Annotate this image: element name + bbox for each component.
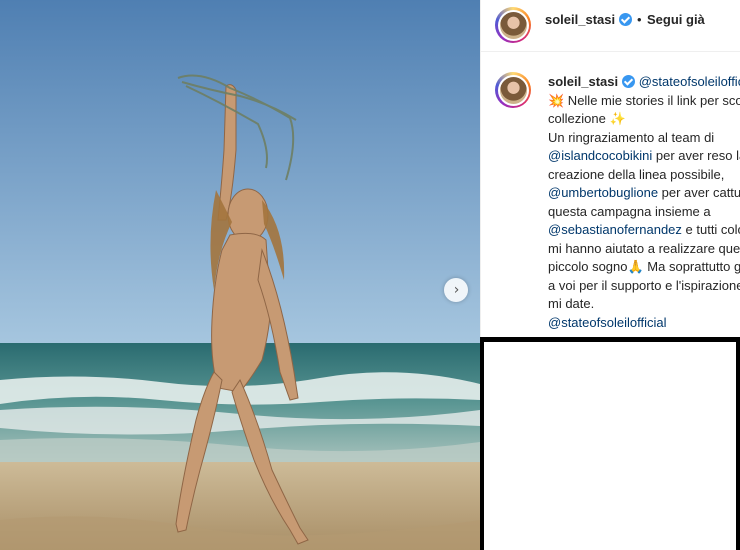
caption-username[interactable]: soleil_stasi: [548, 74, 618, 89]
comments-area: [484, 342, 736, 550]
chevron-right-icon: ›: [453, 282, 460, 298]
beach-photo: [0, 0, 480, 550]
header-username[interactable]: soleil_stasi: [545, 12, 633, 27]
caption-line: piccolo sogno🙏 Ma soprattutto grazie: [548, 259, 740, 274]
caption-text: soleil_stasi @stateofsoleilofficial 💥 Ne…: [548, 73, 740, 332]
post-image[interactable]: ›: [0, 0, 480, 550]
mention-link[interactable]: @stateofsoleilofficial: [548, 315, 666, 330]
mention-link[interactable]: @umbertobuglione: [548, 185, 658, 200]
mention-link[interactable]: @islandcocobikini: [548, 148, 652, 163]
caption-line: @islandcocobikini per aver reso la: [548, 148, 740, 163]
caption-line: mi date.: [548, 296, 595, 311]
verified-badge-icon: [622, 75, 636, 88]
carousel-next-button[interactable]: ›: [444, 278, 468, 302]
caption-line: @sebastianofernandez e tutti coloro che: [548, 222, 740, 237]
collision-emoji-icon: 💥: [548, 92, 565, 108]
caption-line: creazione della linea possibile,: [548, 166, 725, 182]
mention-link[interactable]: @sebastianofernandez: [548, 222, 682, 237]
separator-dot: •: [637, 12, 642, 27]
caption-line: collezione ✨: [548, 111, 626, 126]
caption-line: 💥 Nelle mie stories il link per scoprire…: [548, 92, 740, 108]
caption-line: @stateofsoleilofficial: [548, 314, 740, 333]
caption-line: questa campagna insieme a: [548, 203, 711, 219]
caption-line: mi hanno aiutato a realizzare questo: [548, 240, 740, 256]
avatar[interactable]: [495, 7, 531, 43]
caption-first-line: soleil_stasi @stateofsoleilofficial: [548, 73, 740, 92]
sparkles-emoji-icon: ✨: [609, 111, 626, 126]
post-header: soleil_stasi • Segui già: [481, 0, 740, 52]
praying-hands-emoji-icon: 🙏: [627, 259, 644, 274]
verified-badge-icon: [619, 13, 633, 26]
caption-comment: soleil_stasi @stateofsoleilofficial 💥 Ne…: [481, 52, 740, 338]
comments-area-frame: [480, 337, 740, 550]
mention-link[interactable]: @stateofsoleilofficial: [639, 74, 740, 89]
caption-line: @umbertobuglione per aver catturato: [548, 185, 740, 200]
caption-line: a voi per il supporto e l'ispirazione ch…: [548, 277, 740, 293]
follow-status-button[interactable]: Segui già: [647, 12, 705, 27]
comment-avatar[interactable]: [495, 72, 531, 108]
caption-line: Un ringraziamento al team di: [548, 129, 715, 145]
